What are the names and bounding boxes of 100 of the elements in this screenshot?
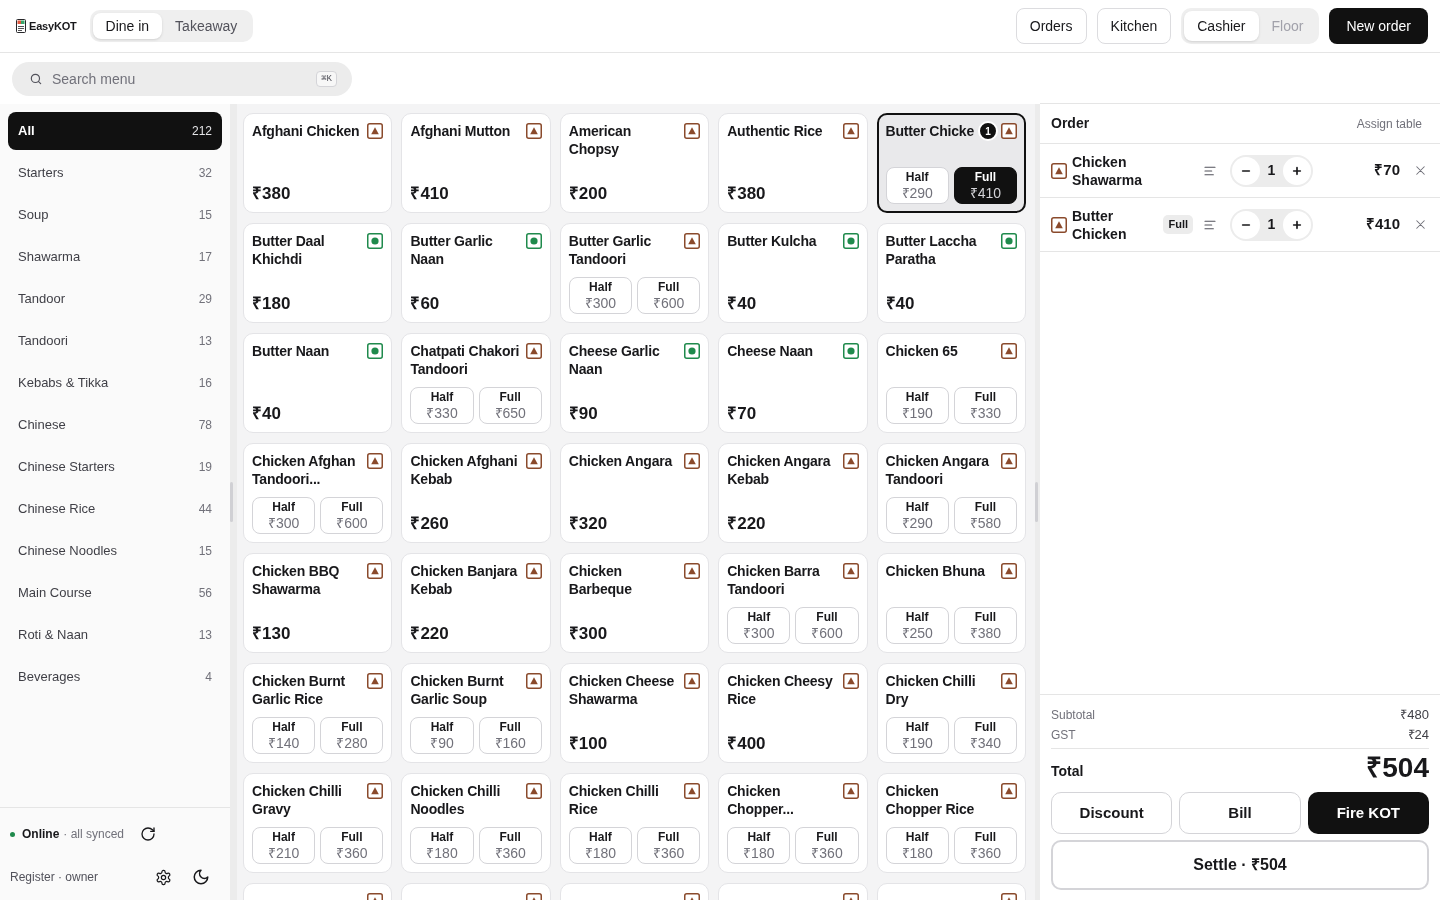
fire-kot-button[interactable]: Fire KOT [1307,792,1429,834]
increase-button[interactable] [1283,210,1311,239]
menu-item-card[interactable]: Butter Chicke 1 Half ₹290 Full ₹410 [876,113,1026,213]
menu-item-card[interactable]: Chicken Burnt Garlic Rice Half ₹140 Full ₹280 [243,663,393,763]
menu-item-card[interactable]: Butter Naan ₹40 [243,333,393,433]
menu-item-card[interactable]: Chatpati Chakori Tandoori Half ₹330 Full ₹650 [401,333,551,433]
menu-item-card[interactable]: Chicken Angara Kebab ₹220 [718,443,868,543]
variant-button[interactable]: Full ₹280 [320,717,384,754]
category-item[interactable]: Kebabs & Tikka 16 [8,364,222,402]
variant-button[interactable]: Full ₹600 [795,607,859,644]
variant-button[interactable]: Full ₹580 [953,497,1017,534]
menu-item-card[interactable]: Chicken Angara ₹320 [559,443,710,543]
variant-button[interactable]: Half ₹330 [410,387,474,424]
menu-item-card[interactable]: Butter Daal Khichdi ₹180 [243,223,393,323]
menu-item-card[interactable]: Chicken Chilli Noodles Half ₹180 Full ₹360 [401,773,551,873]
variant-button[interactable]: Full ₹360 [320,827,384,864]
variant-button[interactable]: Half ₹180 [568,827,632,864]
menu-item-card[interactable]: Chicken Chopper Rice Half ₹180 Full ₹360 [876,773,1026,873]
category-item[interactable]: Soup 15 [8,196,222,234]
variant-button[interactable]: Full ₹360 [478,827,542,864]
menu-item-card[interactable]: American Chopsy ₹200 [559,113,710,213]
action-button[interactable]: Bill [1179,792,1301,834]
category-item[interactable]: Main Course 56 [8,574,222,612]
variant-button[interactable]: Full ₹650 [478,387,542,424]
variant-button[interactable]: Full ₹600 [320,497,384,534]
variant-button[interactable]: Half ₹300 [727,607,791,644]
menu-item-card[interactable]: Chicken Afghani Kebab ₹260 [401,443,551,543]
category-item[interactable]: Chinese Rice 44 [8,490,222,528]
menu-item-card[interactable]: Chicken Chilli Dry Half ₹190 Full ₹340 [876,663,1026,763]
variant-button[interactable]: Half ₹190 [885,387,949,424]
menu-item-card[interactable]: Authentic Rice ₹380 [718,113,868,213]
menu-item-card[interactable]: Chicken Banjara Kebab ₹220 [401,553,551,653]
note-lines-icon[interactable] [1204,219,1216,230]
variant-button[interactable]: Half ₹300 [252,497,316,534]
new-order-button[interactable]: New order [1329,8,1428,44]
variant-button[interactable]: Half ₹180 [410,827,474,864]
category-item[interactable]: All 212 [8,112,222,150]
variant-button[interactable]: Half ₹190 [885,717,949,754]
variant-button[interactable]: Full ₹360 [795,827,859,864]
menu-item-card[interactable]: Butter Laccha Paratha ₹40 [876,223,1026,323]
variant-button[interactable]: Half ₹290 [885,167,949,204]
variant-button[interactable]: Half ₹210 [252,827,316,864]
category-item[interactable]: Tandoori 13 [8,322,222,360]
variant-button[interactable]: Full ₹360 [953,827,1017,864]
menu-item-card[interactable]: Butter Kulcha ₹40 [718,223,868,323]
menu-item-card[interactable]: Chicken Afghan Tandoori... Half ₹300 Full ₹600 [243,443,393,543]
menu-item-card[interactable]: Chicken Angara Tandoori Half ₹290 Full ₹580 [876,443,1026,543]
category-item[interactable]: Beverages 4 [8,658,222,696]
variant-button[interactable]: Half ₹300 [568,277,632,314]
category-item[interactable]: Starters 32 [8,154,222,192]
menu-item-card[interactable]: Butter Garlic Naan ₹60 [401,223,551,323]
category-item[interactable]: Chinese Noodles 15 [8,532,222,570]
category-item[interactable]: Shawarma 17 [8,238,222,276]
variant-button[interactable]: Half ₹180 [885,827,949,864]
menu-item-card[interactable]: Chicken Burnt Garlic Soup Half ₹90 Full ₹160 [401,663,551,763]
menu-item-card[interactable]: Chicken Chilli Rice Half ₹180 Full ₹360 [559,773,710,873]
variant-button[interactable]: Full ₹340 [953,717,1017,754]
menu-item-card[interactable]: Chicken Cheesy Rice ₹400 [718,663,868,763]
resize-handle[interactable] [1035,104,1040,900]
variant-button[interactable]: Full ₹360 [637,827,701,864]
variant-button[interactable]: Half ₹140 [252,717,316,754]
moon-icon[interactable] [192,868,210,886]
menu-item-card[interactable]: Afghani Mutton ₹410 [401,113,551,213]
settle-button[interactable]: Settle · ₹504 [1051,840,1429,890]
category-item[interactable]: Tandoor 29 [8,280,222,318]
settings-icon[interactable] [155,868,172,886]
menu-item-card[interactable]: Chicken Bhuna Half ₹250 Full ₹380 [876,553,1026,653]
menu-item-card[interactable]: Cheese Naan ₹70 [718,333,868,433]
variant-button[interactable]: Half ₹90 [410,717,474,754]
action-button[interactable]: Discount [1051,792,1173,834]
close-icon[interactable] [1416,220,1425,229]
menu-item-card[interactable]: Chicken Barbeque ₹300 [559,553,710,653]
variant-button[interactable]: Full ₹410 [953,167,1017,204]
variant-button[interactable]: Half ₹250 [885,607,949,644]
resize-handle[interactable] [230,104,237,900]
variant-button[interactable]: Half ₹180 [727,827,791,864]
assign-table-link[interactable]: Assign table [1356,114,1422,133]
tab[interactable]: Takeaway [162,13,251,39]
nav-button[interactable]: Orders [1015,8,1087,44]
category-item[interactable]: Chinese 78 [8,406,222,444]
menu-item-card[interactable]: Chicken Chilli Gravy Half ₹210 Full ₹360 [243,773,393,873]
menu-item-card[interactable]: Butter Garlic Tandoori Half ₹300 Full ₹600 [559,223,710,323]
variant-button[interactable]: Half ₹290 [885,497,949,534]
refresh-icon[interactable] [140,826,157,842]
note-lines-icon[interactable] [1204,165,1216,176]
variant-button[interactable]: Full ₹600 [637,277,701,314]
menu-item-card[interactable]: Cheese Garlic Naan ₹90 [559,333,710,433]
category-item[interactable]: Roti & Naan 13 [8,616,222,654]
increase-button[interactable] [1283,156,1311,185]
close-icon[interactable] [1416,166,1425,175]
menu-item-card[interactable]: Chicken BBQ Shawarma ₹130 [243,553,393,653]
category-item[interactable]: Chinese Starters 19 [8,448,222,486]
variant-button[interactable]: Full ₹380 [953,607,1017,644]
menu-item-card[interactable]: Chicken Cheese Shawarma ₹100 [559,663,710,763]
menu-item-card[interactable]: Chicken 65 Half ₹190 Full ₹330 [876,333,1026,433]
variant-button[interactable]: Full ₹160 [478,717,542,754]
menu-item-card[interactable]: Chicken Chopper... Half ₹180 Full ₹360 [718,773,868,873]
tab[interactable]: Cashier [1184,11,1259,41]
menu-item-card[interactable]: Afghani Chicken ₹380 [243,113,393,213]
variant-button[interactable]: Full ₹330 [953,387,1017,424]
